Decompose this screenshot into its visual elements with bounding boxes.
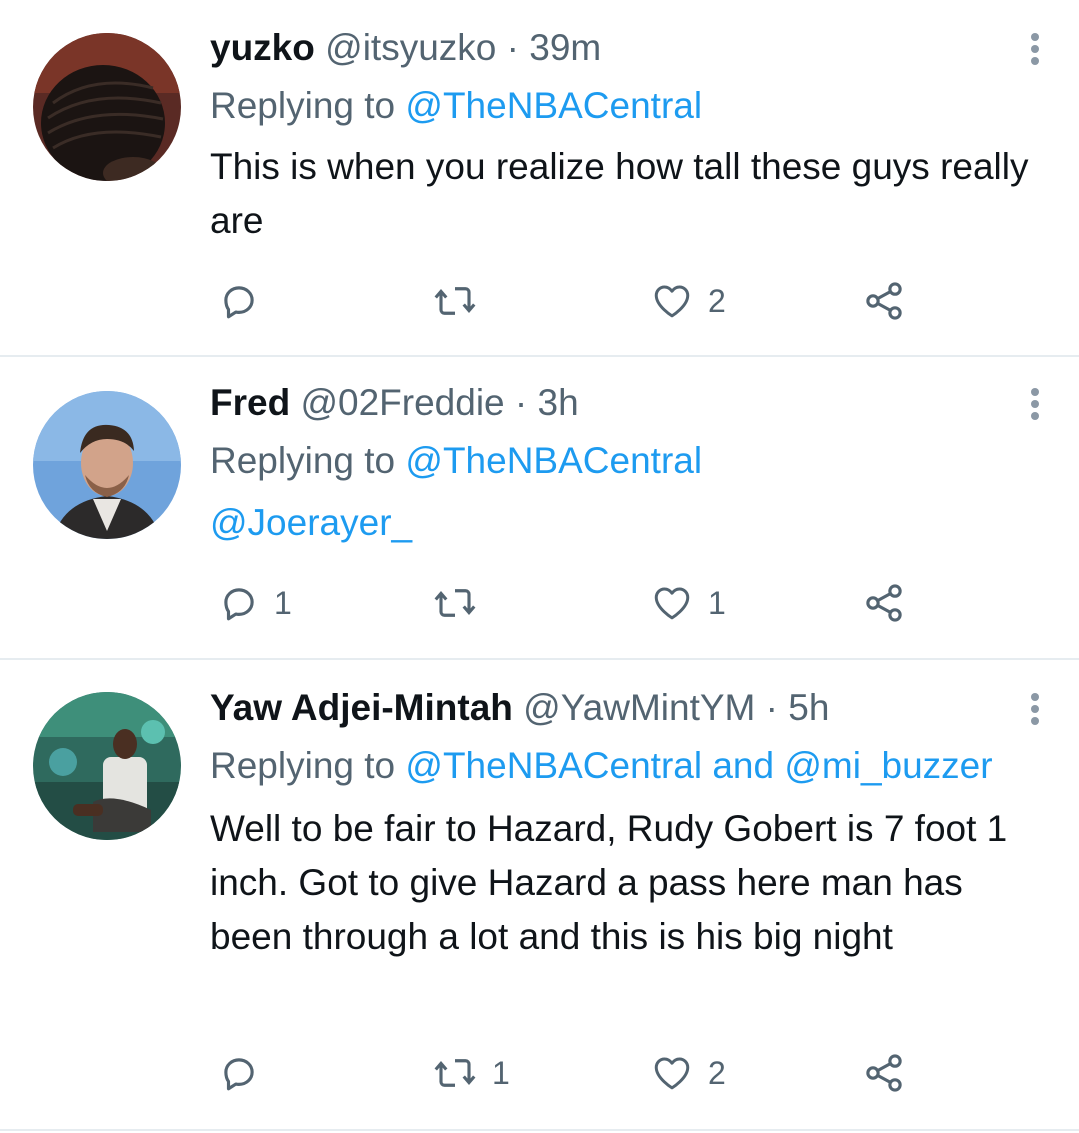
replying-to-link[interactable]: @TheNBACentral and @mi_buzzer <box>405 745 992 786</box>
tweet[interactable]: yuzko @itsyuzko · 39m Replying to @TheNB… <box>0 0 1079 357</box>
like-button[interactable]: 1 <box>650 578 726 628</box>
like-button[interactable]: 2 <box>650 276 726 326</box>
more-vertical-icon <box>1031 33 1039 65</box>
avatar-braids-icon <box>33 33 181 181</box>
reply-icon <box>224 588 254 621</box>
share-button[interactable] <box>862 276 906 326</box>
retweet-count: 1 <box>492 1054 510 1091</box>
user-handle[interactable]: @YawMintYM <box>523 687 755 728</box>
reply-button[interactable] <box>218 1048 274 1098</box>
share-icon <box>866 1054 902 1092</box>
replying-prefix: Replying to <box>210 745 396 786</box>
mention-link[interactable]: @Joerayer_ <box>210 501 412 545</box>
more-vertical-icon <box>1031 693 1039 725</box>
share-button[interactable] <box>862 578 906 628</box>
replying-to: Replying to @TheNBACentral <box>210 84 702 128</box>
timestamp[interactable]: 3h <box>538 382 579 423</box>
tweet[interactable]: Fred @02Freddie · 3h Replying to @TheNBA… <box>0 357 1079 660</box>
replying-to: Replying to @TheNBACentral and @mi_buzze… <box>210 744 993 788</box>
user-name[interactable]: Fred <box>210 382 290 423</box>
retweet-button[interactable]: 1 <box>432 1048 510 1098</box>
tweet-text: This is when you realize how tall these … <box>210 146 1029 241</box>
reply-count: 1 <box>274 584 292 621</box>
more-options-button[interactable] <box>1021 387 1049 421</box>
separator-dot: · <box>506 27 519 68</box>
replying-to-link[interactable]: @TheNBACentral <box>405 85 702 126</box>
separator-dot: · <box>765 687 778 728</box>
tweet[interactable]: Yaw Adjei-Mintah @YawMintYM · 5h Replyin… <box>0 660 1079 1131</box>
reply-icon <box>224 1058 254 1091</box>
tweet-actions: 1 2 <box>210 1048 970 1098</box>
share-button[interactable] <box>862 1048 906 1098</box>
tweet-actions: 2 <box>210 276 970 326</box>
user-handle[interactable]: @itsyuzko <box>325 27 496 68</box>
like-icon <box>654 587 690 620</box>
reply-icon <box>224 286 254 319</box>
more-options-button[interactable] <box>1021 32 1049 66</box>
timestamp[interactable]: 39m <box>529 27 601 68</box>
avatar[interactable] <box>33 692 181 840</box>
retweet-button[interactable] <box>432 578 492 628</box>
share-icon <box>866 584 902 622</box>
reply-button[interactable]: 1 <box>218 578 292 628</box>
user-handle[interactable]: @02Freddie <box>300 382 504 423</box>
like-count: 2 <box>708 1054 726 1091</box>
tweet-actions: 1 1 <box>210 578 970 628</box>
like-icon <box>654 1057 690 1090</box>
timestamp[interactable]: 5h <box>788 687 829 728</box>
reply-button[interactable] <box>218 276 274 326</box>
tweet-header: Fred @02Freddie · 3h <box>210 381 579 425</box>
tweet-text: Well to be fair to Hazard, Rudy Gobert i… <box>210 808 1008 957</box>
avatar-man-blue-sky-icon <box>33 391 181 539</box>
replying-prefix: Replying to <box>210 85 396 126</box>
more-options-button[interactable] <box>1021 692 1049 726</box>
like-button[interactable]: 2 <box>650 1048 726 1098</box>
retweet-icon <box>434 287 476 315</box>
like-count: 2 <box>708 282 726 319</box>
like-icon <box>654 285 690 318</box>
tweet-header: yuzko @itsyuzko · 39m <box>210 26 601 70</box>
retweet-icon <box>434 1059 476 1087</box>
replying-to: Replying to @TheNBACentral <box>210 439 702 483</box>
tweet-header: Yaw Adjei-Mintah @YawMintYM · 5h <box>210 686 829 730</box>
retweet-icon <box>434 589 476 617</box>
user-name[interactable]: yuzko <box>210 27 315 68</box>
like-count: 1 <box>708 584 726 621</box>
avatar-man-studio-icon <box>33 692 181 840</box>
separator-dot: · <box>514 382 528 423</box>
share-icon <box>866 282 902 320</box>
user-name[interactable]: Yaw Adjei-Mintah <box>210 687 513 728</box>
more-vertical-icon <box>1031 388 1039 420</box>
replying-prefix: Replying to <box>210 440 396 481</box>
replying-to-link[interactable]: @TheNBACentral <box>405 440 702 481</box>
retweet-button[interactable] <box>432 276 492 326</box>
avatar[interactable] <box>33 391 181 539</box>
avatar[interactable] <box>33 33 181 181</box>
